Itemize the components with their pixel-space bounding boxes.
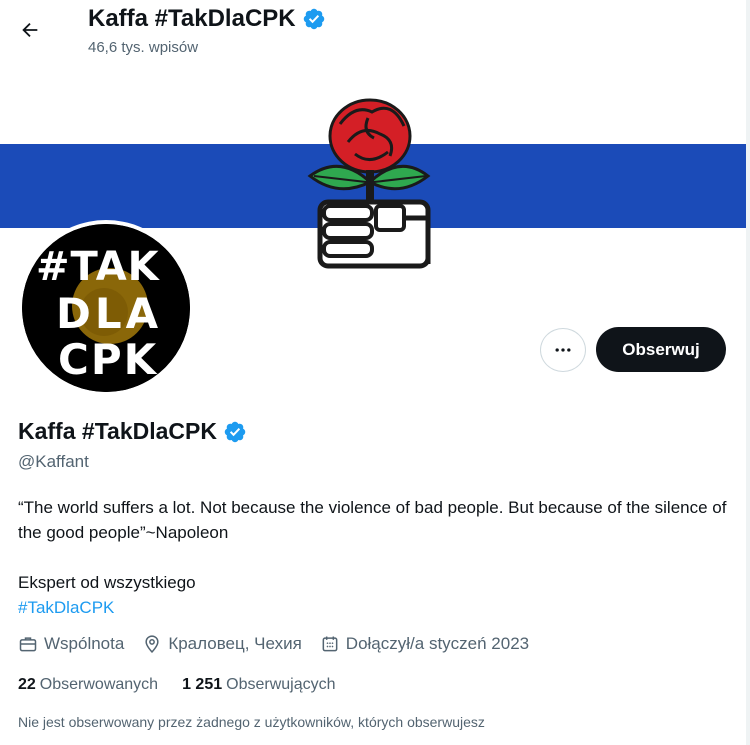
following-label: Obserwowanych — [39, 676, 159, 693]
profile-bio: “The world suffers a lot. Not because th… — [18, 495, 728, 620]
location-pin-icon — [145, 635, 159, 653]
avatar-text-line2: DLA — [56, 289, 162, 338]
page-scroll-edge — [746, 0, 750, 745]
mutual-followers-note: Nie jest obserwowany przez żadnego z uży… — [18, 714, 485, 730]
header-title-text: Kaffa #TakDlaCPK — [88, 5, 296, 32]
rose-icon — [307, 98, 431, 210]
meta-joined-text: Dołączył/a styczeń 2023 — [345, 634, 530, 653]
meta-category-text: Wspólnota — [44, 634, 125, 653]
bio-tagline: Ekspert od wszystkiego — [18, 573, 196, 592]
following-link[interactable]: 22 Obserwowanych — [18, 676, 158, 694]
avatar-text-line3: CPK — [58, 335, 158, 384]
profile-name-text: Kaffa #TakDlaCPK — [18, 418, 217, 444]
profile-name: Kaffa #TakDlaCPK — [18, 418, 247, 445]
back-arrow-icon — [22, 22, 38, 38]
followers-label: Obserwujących — [226, 676, 336, 693]
meta-category: Wspólnota — [18, 634, 124, 654]
meta-location-text: Краловец, Чехия — [168, 634, 302, 653]
meta-location: Краловец, Чехия — [142, 634, 302, 654]
header-title: Kaffa #TakDlaCPK — [88, 5, 326, 33]
avatar-text-line1: #TAK — [36, 244, 161, 290]
bio-quote: “The world suffers a lot. Not because th… — [18, 498, 727, 542]
following-count: 22 — [18, 676, 36, 693]
profile-avatar[interactable]: #TAK DLA CPK — [18, 220, 194, 396]
more-dots-icon — [555, 348, 571, 352]
profile-meta: Wspólnota Краловец, Чехия Dołączył/a sty… — [18, 634, 547, 654]
briefcase-icon — [19, 637, 37, 652]
follow-counts: 22 Obserwowanych 1 251 Obserwujących — [18, 676, 360, 694]
avatar-artwork: #TAK DLA CPK — [22, 224, 190, 392]
back-button[interactable] — [12, 12, 48, 48]
follow-button[interactable]: Obserwuj — [596, 327, 726, 372]
rose-and-fist-emblem — [307, 98, 431, 269]
profile-handle: @Kaffant — [18, 452, 89, 471]
fist-icon — [317, 199, 431, 269]
followers-link[interactable]: 1 251 Obserwujących — [182, 676, 335, 694]
profile-header-bar: Kaffa #TakDlaCPK 46,6 tys. wpisów — [0, 0, 750, 72]
bio-hashtag-link[interactable]: #TakDlaCPK — [18, 598, 114, 617]
calendar-icon — [322, 636, 338, 652]
post-count: 46,6 tys. wpisów — [88, 39, 199, 56]
verified-badge-icon — [303, 8, 324, 30]
meta-joined: Dołączył/a styczeń 2023 — [320, 634, 529, 654]
avatar-image: #TAK DLA CPK — [22, 224, 190, 392]
more-options-button[interactable] — [540, 328, 586, 372]
verified-badge-icon[interactable] — [223, 420, 247, 444]
followers-count: 1 251 — [182, 676, 223, 693]
